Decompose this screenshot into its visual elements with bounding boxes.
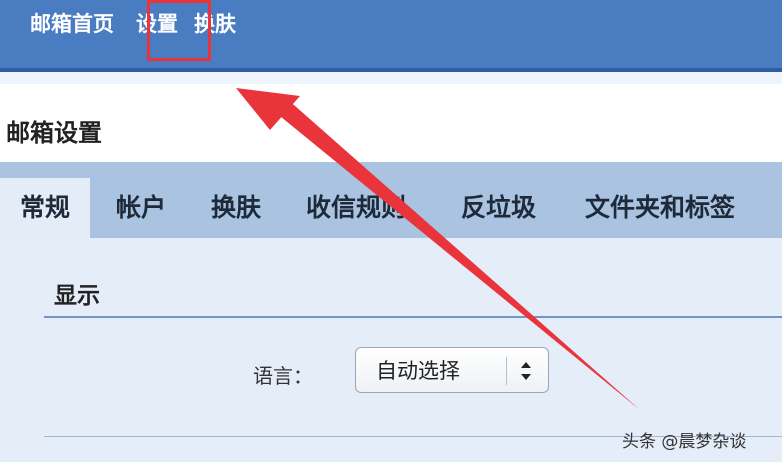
watermark: 头条 @晨梦杂谈 <box>622 432 747 452</box>
red-arrow-annotation-icon <box>236 88 640 410</box>
